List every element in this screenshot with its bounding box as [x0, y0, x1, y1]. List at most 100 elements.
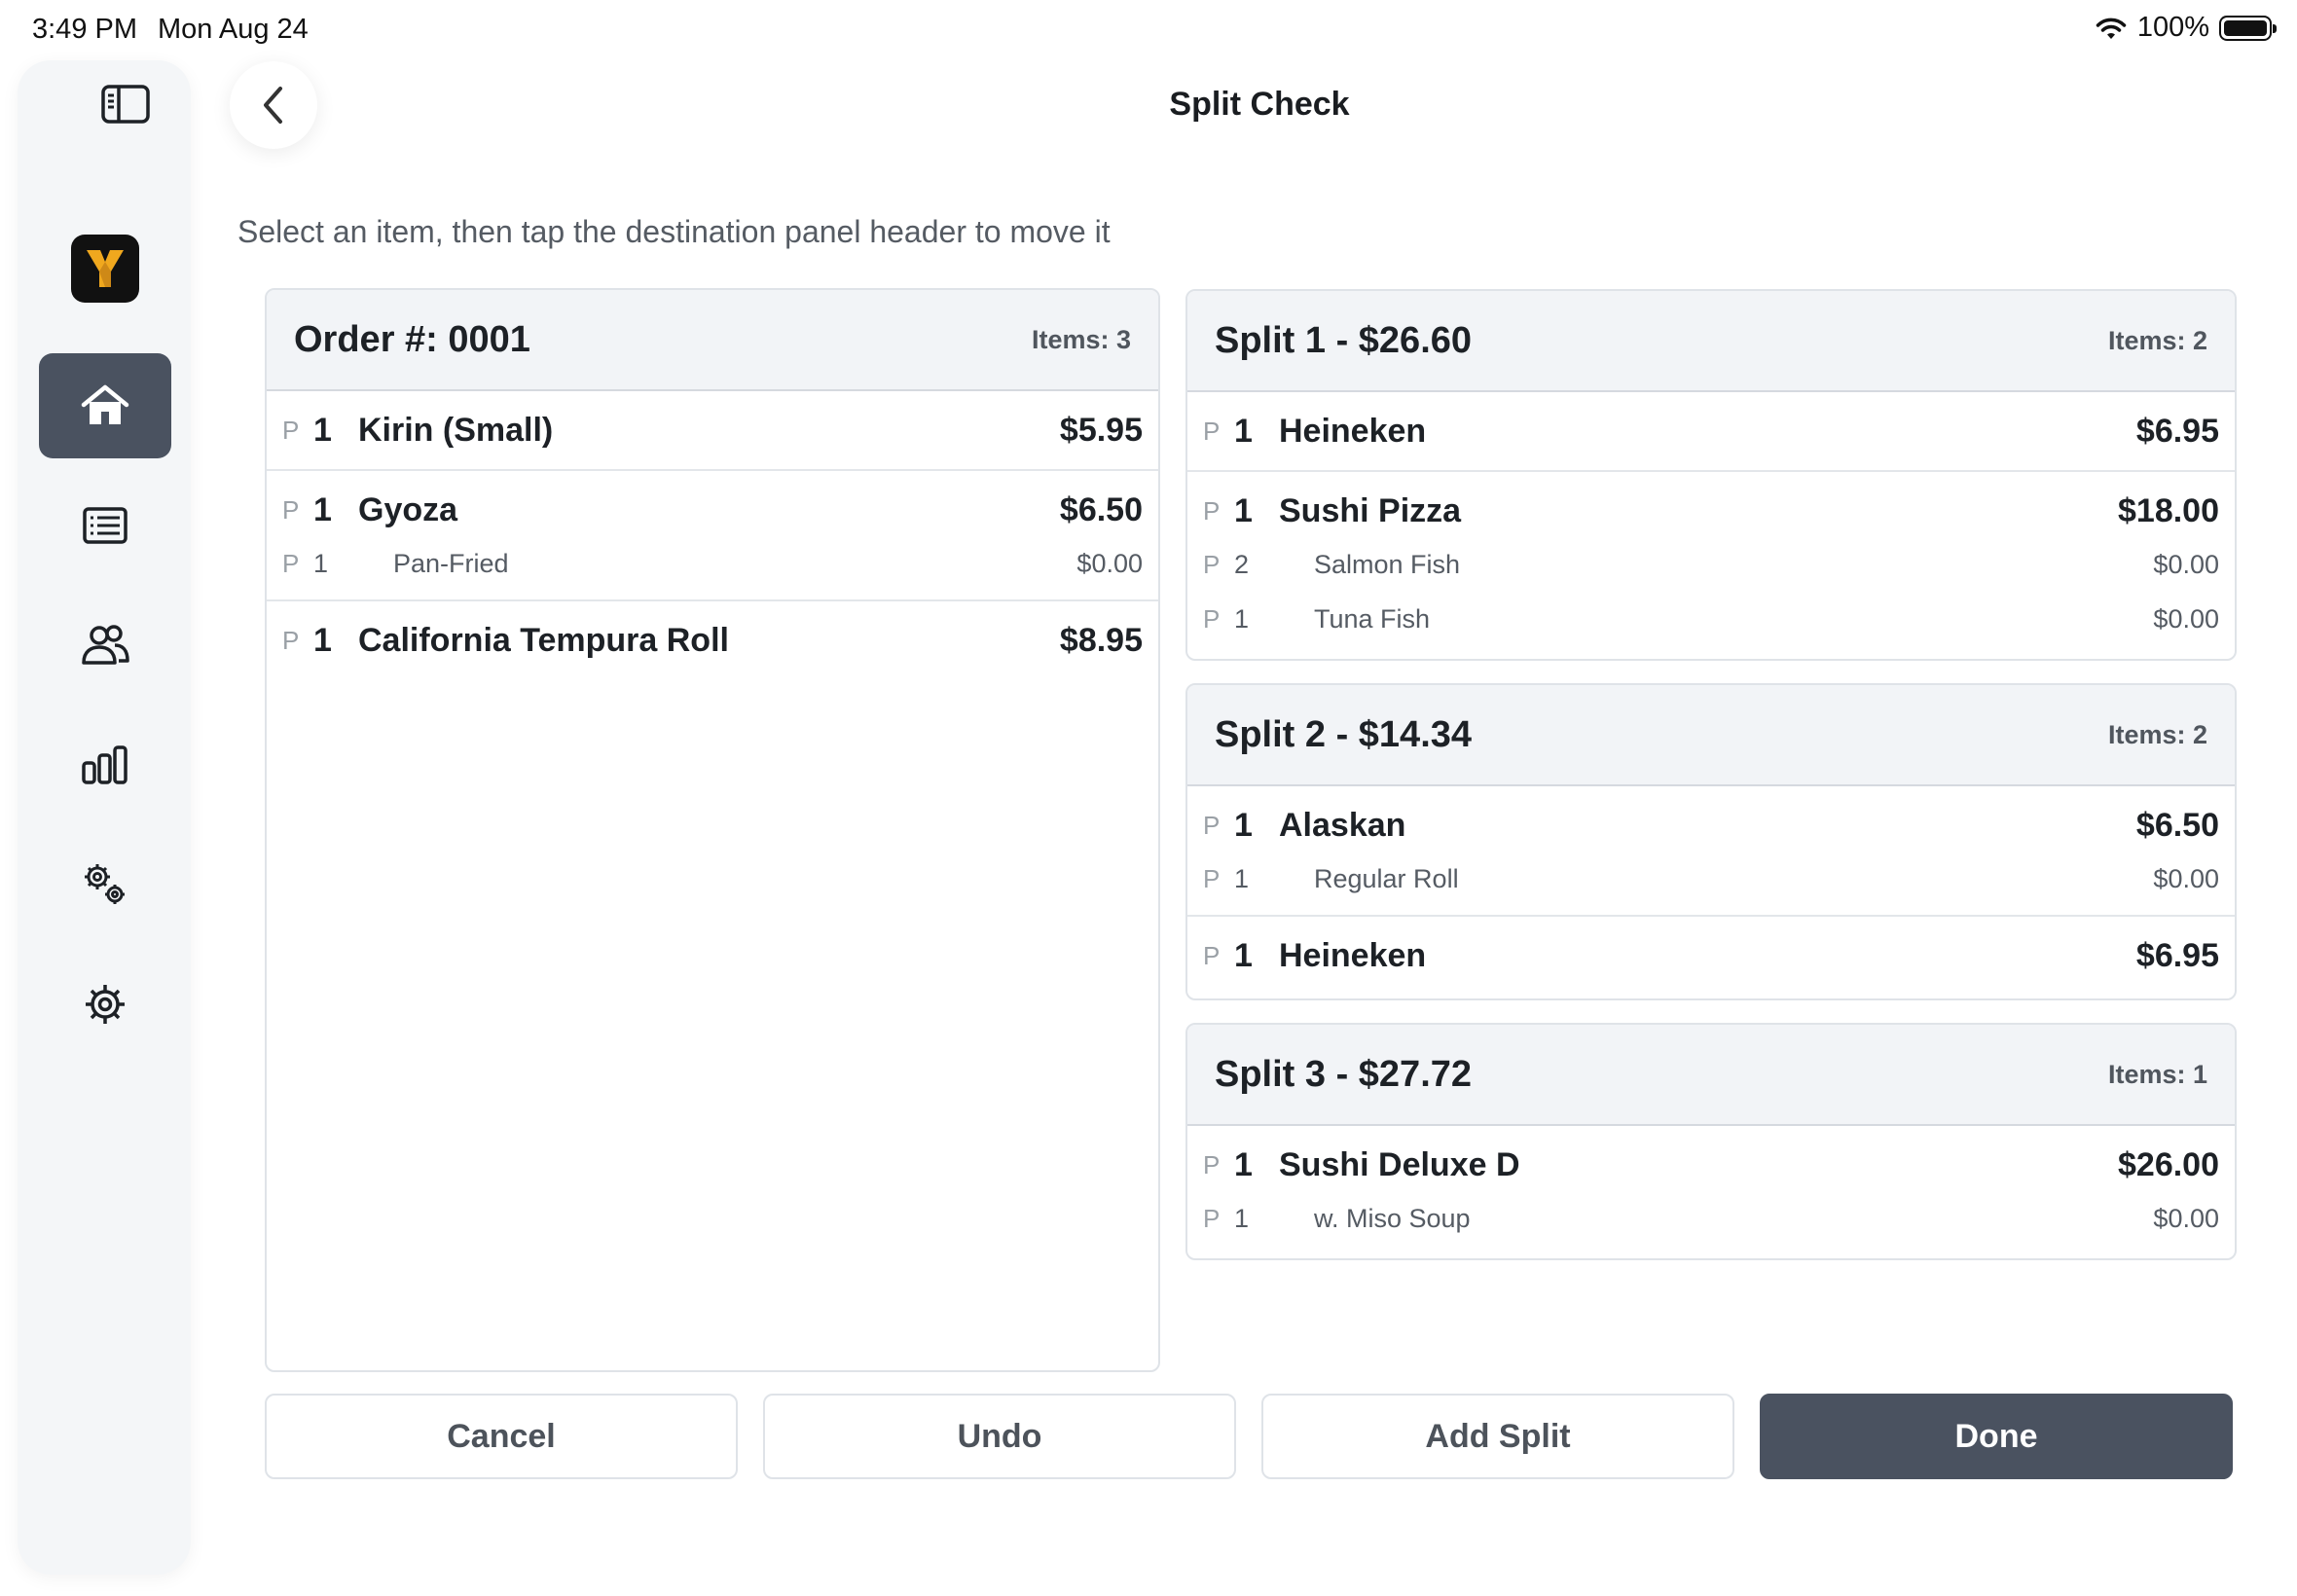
item-price: $26.00	[2118, 1145, 2219, 1183]
sidebar-item-settings[interactable]	[39, 952, 171, 1057]
modifier-qty: 1	[1234, 863, 1250, 893]
advanced-settings-icon	[85, 864, 125, 904]
modifier-row: P 2 Salmon Fish $0.00	[1187, 536, 2235, 593]
split-panel-3: Split 3 - $27.72 Items: 1 P 1 Sushi Deluxe…	[1185, 1023, 2237, 1260]
modifier-price: $0.00	[2153, 603, 2219, 634]
item-group[interactable]: P 1 Heineken $6.95	[1187, 917, 2235, 995]
print-tag: P	[282, 415, 300, 445]
print-tag: P	[1203, 810, 1221, 840]
home-icon	[81, 384, 129, 424]
item-row[interactable]: P 1 Heineken $6.95	[1187, 392, 2235, 470]
reports-chart-icon	[82, 745, 128, 784]
wifi-icon	[2096, 18, 2127, 39]
item-row[interactable]: P 1 California Tempura Roll $8.95	[267, 601, 1158, 679]
split-items: P 1 Sushi Deluxe D $26.00 P 1 w. Miso Soup $0.0…	[1187, 1126, 2235, 1254]
modifier-row: P 1 w. Miso Soup $0.00	[1187, 1190, 2235, 1247]
print-tag: P	[1203, 416, 1221, 446]
item-name: Sushi Pizza	[1279, 491, 1462, 529]
sidebar-item-orders[interactable]	[39, 473, 171, 578]
item-name: California Tempura Roll	[358, 621, 729, 659]
print-tag: P	[1203, 603, 1221, 634]
settings-icon	[86, 985, 125, 1024]
item-qty: 1	[1234, 412, 1253, 450]
instruction-text: Select an item, then tap the destination…	[237, 214, 1111, 249]
logo-y-icon	[87, 250, 124, 287]
order-panel-header[interactable]: Order #: 0001 Items: 3	[267, 290, 1158, 391]
modifier-name: Tuna Fish	[1314, 603, 1431, 634]
status-date: Mon Aug 24	[158, 14, 309, 45]
item-name: Sushi Deluxe D	[1279, 1145, 1520, 1183]
undo-button[interactable]: Undo	[763, 1394, 1236, 1479]
modifier-qty: 2	[1234, 549, 1250, 579]
modifier-qty: 1	[313, 548, 329, 578]
split-item-count: Items: 2	[2107, 719, 2207, 749]
cancel-button[interactable]: Cancel	[265, 1394, 738, 1479]
modifier-name: w. Miso Soup	[1314, 1203, 1471, 1233]
modifier-qty: 1	[1234, 603, 1250, 634]
modifier-row: P 1 Regular Roll $0.00	[1187, 851, 2235, 907]
split-items: P 1 Heineken $6.95 P 1 Sushi Pizza $18.00 P 2 Salm…	[1187, 392, 2235, 655]
split-panel-header[interactable]: Split 1 - $26.60 Items: 2	[1187, 291, 2235, 392]
split-items: P 1 Alaskan $6.50 P 1 Regular Roll $0.00 P 1 Heine…	[1187, 786, 2235, 995]
item-group[interactable]: P 1 Alaskan $6.50 P 1 Regular Roll $0.00	[1187, 786, 2235, 917]
item-name: Heineken	[1279, 412, 1427, 450]
print-tag: P	[1203, 549, 1221, 579]
item-qty: 1	[313, 411, 332, 449]
modifier-row: P 1 Pan-Fried $0.00	[267, 535, 1158, 592]
item-price: $6.95	[2135, 412, 2219, 450]
item-name: Kirin (Small)	[358, 411, 554, 449]
order-items: P 1 Kirin (Small) $5.95 P 1 Gyoza $6.50 P 1 Pan-Fr…	[267, 391, 1158, 679]
sidebar-item-advanced-settings[interactable]	[39, 832, 171, 937]
page-title: Split Check	[1169, 86, 1350, 123]
split-panel-header[interactable]: Split 3 - $27.72 Items: 1	[1187, 1025, 2235, 1126]
print-tag: P	[1203, 495, 1221, 526]
item-group[interactable]: P 1 Kirin (Small) $5.95	[267, 391, 1158, 471]
battery-icon	[2219, 15, 2277, 41]
item-qty: 1	[313, 621, 332, 659]
modifier-name: Regular Roll	[1314, 863, 1459, 893]
modifier-row: P 1 Tuna Fish $0.00	[1187, 591, 2235, 647]
split-title: Split 3 - $27.72	[1215, 1053, 1473, 1095]
item-price: $8.95	[1059, 621, 1143, 659]
print-tag: P	[282, 494, 300, 525]
customers-icon	[82, 625, 129, 665]
item-group[interactable]: P 1 Sushi Deluxe D $26.00 P 1 w. Miso Soup $0.0…	[1187, 1126, 2235, 1254]
split-panel-header[interactable]: Split 2 - $14.34 Items: 2	[1187, 685, 2235, 786]
sidebar-item-customers[interactable]	[39, 593, 171, 698]
print-tag: P	[1203, 1203, 1221, 1233]
item-row[interactable]: P 1 Heineken $6.95	[1187, 917, 2235, 995]
split-item-count: Items: 2	[2107, 325, 2207, 355]
battery-percent: 100%	[2136, 12, 2209, 43]
modifier-price: $0.00	[2153, 863, 2219, 893]
print-tag: P	[282, 548, 300, 578]
item-price: $5.95	[1059, 411, 1143, 449]
item-price: $6.50	[1059, 490, 1143, 528]
split-panel-2: Split 2 - $14.34 Items: 2 P 1 Alaskan $6.50…	[1185, 683, 2237, 1000]
status-indicators: 100%	[2095, 12, 2277, 44]
item-price: $6.95	[2135, 936, 2219, 974]
item-group[interactable]: P 1 California Tempura Roll $8.95	[267, 601, 1158, 679]
item-qty: 1	[313, 490, 332, 528]
item-name: Alaskan	[1279, 806, 1406, 844]
order-title: Order #: 0001	[294, 318, 530, 360]
item-qty: 1	[1234, 1145, 1253, 1183]
item-price: $6.50	[2135, 806, 2219, 844]
item-group[interactable]: P 1 Sushi Pizza $18.00 P 2 Salmon Fish $0.00 P 1 T…	[1187, 472, 2235, 655]
sidebar	[18, 60, 191, 1575]
done-button[interactable]: Done	[1760, 1394, 2233, 1479]
add-split-button[interactable]: Add Split	[1261, 1394, 1734, 1479]
status-bar: 3:49 PM Mon Aug 24 100%	[0, 0, 2297, 60]
item-group[interactable]: P 1 Gyoza $6.50 P 1 Pan-Fried $0.00	[267, 471, 1158, 601]
item-group[interactable]: P 1 Heineken $6.95	[1187, 392, 2235, 472]
print-tag: P	[1203, 1149, 1221, 1179]
sidebar-item-reports[interactable]	[39, 712, 171, 817]
status-time: 3:49 PM	[32, 14, 137, 45]
sidebar-item-home[interactable]	[39, 353, 171, 458]
modifier-price: $0.00	[2153, 1203, 2219, 1233]
order-item-count: Items: 3	[1031, 324, 1131, 354]
item-name: Gyoza	[358, 490, 458, 528]
modifier-price: $0.00	[1076, 548, 1143, 578]
item-qty: 1	[1234, 936, 1253, 974]
item-qty: 1	[1234, 806, 1253, 844]
item-row[interactable]: P 1 Kirin (Small) $5.95	[267, 391, 1158, 469]
